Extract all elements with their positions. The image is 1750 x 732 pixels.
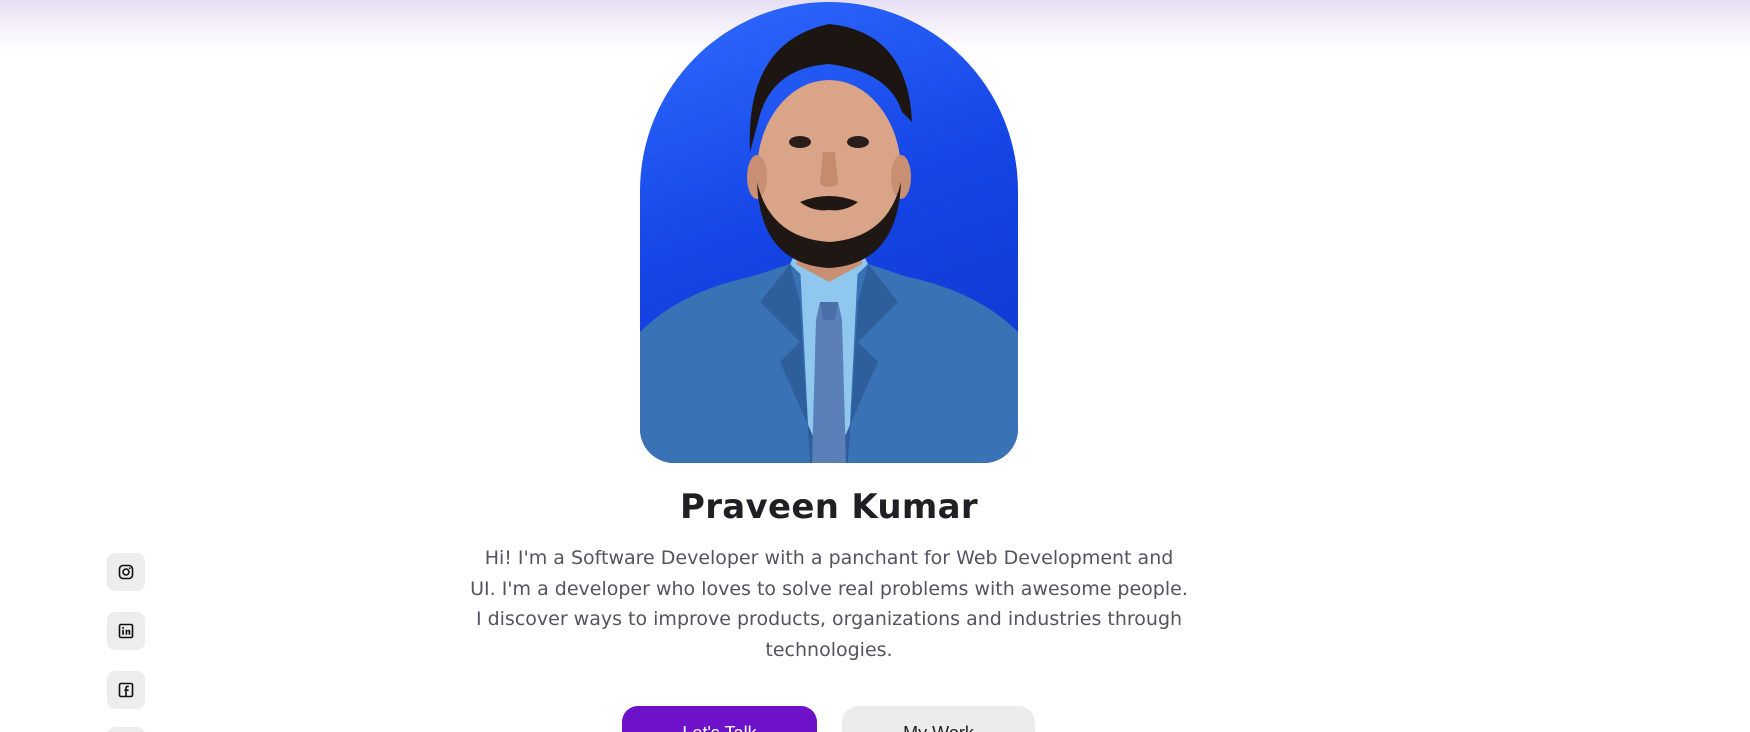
lets-talk-button[interactable]: Let's Talk (622, 706, 817, 732)
profile-name: Praveen Kumar (680, 487, 978, 527)
instagram-link[interactable] (107, 553, 145, 591)
facebook-link[interactable] (107, 671, 145, 709)
hero-section: Praveen Kumar Hi! I'm a Software Develop… (0, 0, 1750, 732)
profile-bio: Hi! I'm a Software Developer with a panc… (470, 547, 1188, 661)
instagram-icon (118, 564, 134, 580)
more-social-link[interactable] (107, 727, 145, 732)
facebook-icon (118, 682, 134, 698)
my-work-button[interactable]: My Work (842, 706, 1035, 732)
linkedin-icon (118, 623, 134, 639)
linkedin-link[interactable] (107, 612, 145, 650)
profile-photo-illustration (640, 24, 1018, 463)
profile-photo (640, 2, 1018, 463)
